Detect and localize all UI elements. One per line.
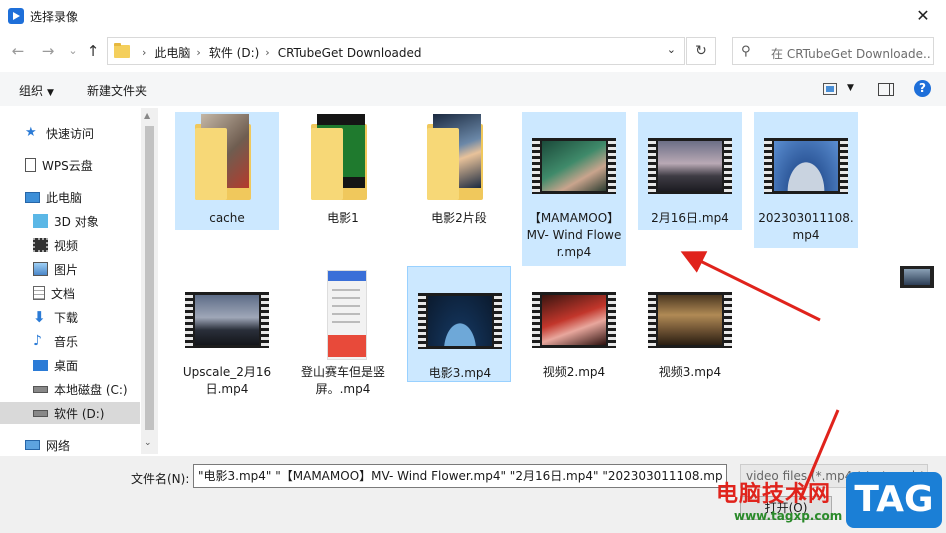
video-thumbnail — [327, 270, 367, 360]
file-item-video2[interactable]: 视频2.mp4 — [522, 266, 626, 384]
star-icon: ★ — [25, 125, 37, 140]
sidebar-item-drive-d[interactable]: 软件 (D:) — [0, 402, 140, 424]
file-item-movie3[interactable]: 电影3.mp4 — [407, 266, 511, 382]
breadcrumb: › 此电脑 › 软件 (D:) › CRTubeGet Downloaded — [142, 44, 422, 61]
video-thumbnail — [648, 292, 732, 348]
folder-icon — [195, 128, 227, 200]
search-input[interactable]: ⚲ 在 CRTubeGet Downloade... — [732, 37, 934, 65]
breadcrumb-this-pc[interactable]: 此电脑 — [154, 44, 190, 61]
watermark-text: 电脑技术网 — [716, 482, 832, 507]
file-item-hillclimb[interactable]: 登山赛车但是竖屏。.mp4 — [291, 266, 395, 402]
refresh-button[interactable]: ↻ — [686, 37, 716, 65]
sidebar-item-3d-objects[interactable]: 3D 对象 — [0, 210, 140, 232]
sidebar-item-videos[interactable]: 视频 — [0, 234, 140, 256]
preview-area — [876, 108, 946, 454]
video-thumbnail — [764, 138, 848, 194]
search-placeholder: 在 CRTubeGet Downloade... — [771, 47, 931, 61]
file-name: 【MAMAMOO】MV- Wind Flower.mp4 — [526, 211, 622, 259]
file-item-feb16[interactable]: 2月16日.mp4 — [638, 112, 742, 230]
download-icon: ⬇ — [33, 308, 46, 326]
filename-field[interactable]: "电影3.mp4" "【MAMAMOO】MV- Wind Flower.mp4"… — [193, 464, 727, 488]
cloud-doc-icon — [25, 158, 36, 172]
search-icon: ⚲ — [741, 44, 751, 59]
sidebar-item-pictures[interactable]: 图片 — [0, 258, 140, 280]
filename-label: 文件名(N): — [131, 472, 190, 486]
video-thumbnail — [418, 293, 502, 349]
new-folder-button[interactable]: 新建文件夹 — [87, 82, 147, 99]
forward-icon[interactable]: → — [38, 40, 58, 62]
title-bar: 选择录像 ✕ — [0, 0, 946, 32]
chevron-down-icon[interactable]: ⌄ — [667, 43, 676, 56]
folder-icon — [311, 128, 343, 200]
video-thumbnail — [185, 292, 269, 348]
file-name: Upscale_2月16日.mp4 — [182, 365, 272, 396]
drive-icon — [33, 409, 48, 417]
watermark-url: www.tagxp.com — [734, 509, 843, 523]
file-item-movie2-clips[interactable]: 电影2片段 — [407, 112, 511, 230]
organize-button[interactable]: 组织 ▼ — [19, 82, 54, 99]
file-name: 视频3.mp4 — [658, 365, 722, 379]
computer-icon — [25, 191, 40, 203]
drive-icon — [33, 385, 48, 393]
file-item-movie1[interactable]: 电影1 — [291, 112, 395, 230]
file-list: cache 电影1 电影2片段 【MAMAMOO】MV- Wind Flower… — [160, 108, 876, 454]
command-bar: 组织 ▼ 新建文件夹 ▼ ? — [0, 72, 946, 106]
file-name: 电影2片段 — [431, 211, 487, 225]
video-icon — [33, 238, 48, 252]
file-name: 登山赛车但是竖屏。.mp4 — [300, 365, 385, 396]
picture-icon — [33, 262, 48, 276]
sidebar-item-quick-access[interactable]: ★ 快速访问 — [0, 122, 140, 144]
help-icon[interactable]: ? — [914, 80, 931, 97]
network-icon — [25, 440, 40, 450]
document-icon — [33, 286, 45, 300]
video-thumbnail — [532, 292, 616, 348]
sidebar-item-music[interactable]: ♪ 音乐 — [0, 330, 140, 352]
breadcrumb-folder[interactable]: CRTubeGet Downloaded — [278, 46, 422, 60]
scroll-down-icon[interactable]: ⌄ — [144, 438, 152, 448]
preview-pane-icon[interactable] — [878, 83, 894, 96]
sidebar-scrollbar[interactable]: ▲ ⌄ — [141, 108, 158, 454]
chevron-down-icon[interactable]: ▼ — [847, 83, 854, 93]
file-item-cache[interactable]: cache — [175, 112, 279, 230]
folder-icon — [427, 128, 459, 200]
video-thumbnail — [900, 266, 934, 288]
sidebar-item-desktop[interactable]: 桌面 — [0, 354, 140, 376]
file-item-upscale[interactable]: Upscale_2月16日.mp4 — [175, 266, 279, 402]
sidebar-item-this-pc[interactable]: 此电脑 — [0, 186, 140, 208]
scrollbar-thumb[interactable] — [145, 126, 154, 430]
file-name: 电影3.mp4 — [428, 366, 492, 380]
sidebar-item-network[interactable]: 网络 — [0, 434, 140, 456]
navigation-bar: ← → ⌄ ↑ › 此电脑 › 软件 (D:) › CRTubeGet Down… — [0, 34, 946, 68]
file-item-mamamoo[interactable]: 【MAMAMOO】MV- Wind Flower.mp4 — [522, 112, 626, 266]
address-bar[interactable]: › 此电脑 › 软件 (D:) › CRTubeGet Downloaded ⌄ — [107, 37, 685, 65]
back-icon[interactable]: ← — [8, 40, 28, 62]
file-item-202303011108[interactable]: 202303011108.mp4 — [754, 112, 858, 248]
breadcrumb-drive-d[interactable]: 软件 (D:) — [209, 44, 259, 61]
up-icon[interactable]: ↑ — [83, 40, 103, 62]
view-options-icon[interactable] — [823, 83, 837, 95]
file-name: 202303011108.mp4 — [758, 211, 854, 242]
file-name: 2月16日.mp4 — [651, 211, 729, 225]
sidebar-item-downloads[interactable]: ⬇ 下载 — [0, 306, 140, 328]
sidebar-item-documents[interactable]: 文档 — [0, 282, 140, 304]
watermark-logo: TAG — [846, 472, 942, 528]
folder-icon — [114, 43, 130, 58]
file-name: 视频2.mp4 — [542, 365, 606, 379]
recent-locations-icon[interactable]: ⌄ — [63, 40, 83, 62]
video-thumbnail — [648, 138, 732, 194]
file-item-video3[interactable]: 视频3.mp4 — [638, 266, 742, 384]
file-name: cache — [209, 211, 245, 225]
music-icon: ♪ — [33, 333, 42, 349]
navigation-pane: ★ 快速访问 WPS云盘 此电脑 3D 对象 视频 图片 文档 ⬇ 下载 ♪ 音… — [0, 108, 158, 454]
sidebar-item-drive-c[interactable]: 本地磁盘 (C:) — [0, 378, 140, 400]
desktop-icon — [33, 359, 48, 371]
app-icon — [8, 8, 24, 24]
scroll-up-icon[interactable]: ▲ — [144, 111, 150, 120]
close-button[interactable]: ✕ — [900, 0, 946, 32]
video-thumbnail — [532, 138, 616, 194]
sidebar-item-wps-cloud[interactable]: WPS云盘 — [0, 154, 140, 176]
cube-icon — [33, 214, 48, 228]
window-title: 选择录像 — [30, 10, 79, 24]
file-name: 电影1 — [327, 211, 359, 225]
